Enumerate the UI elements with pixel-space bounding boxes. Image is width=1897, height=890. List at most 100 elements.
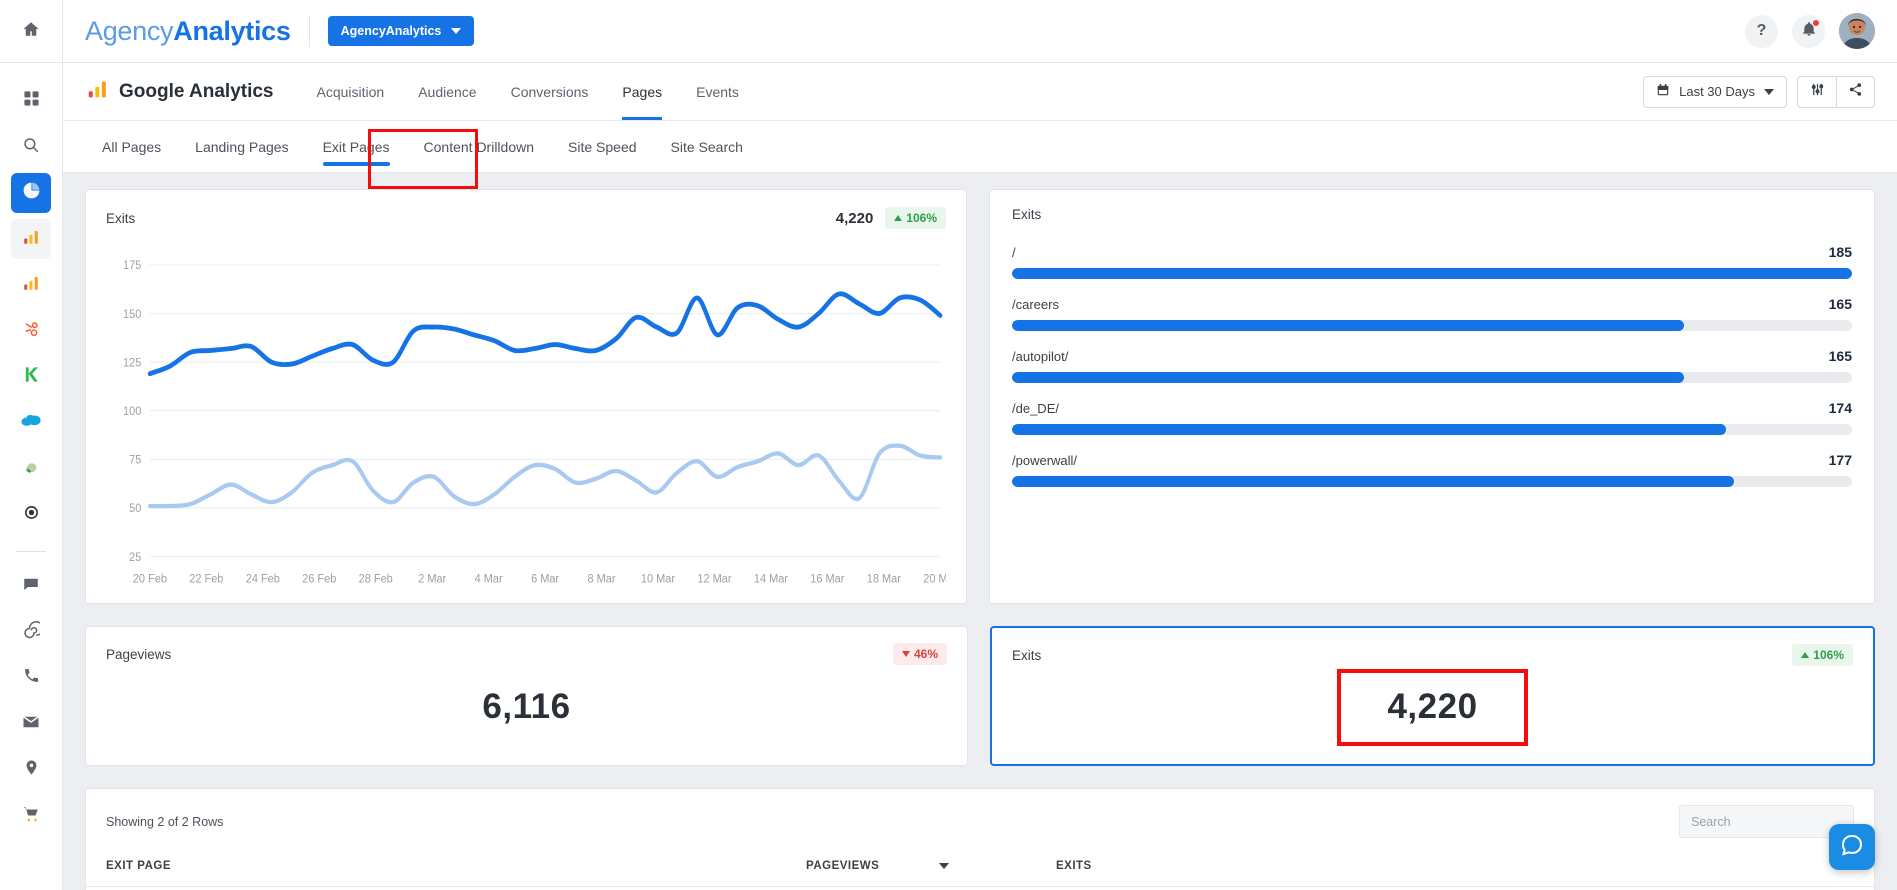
sidebar-item-ecommerce[interactable] — [11, 796, 51, 836]
x-axis-tick-label: 26 Feb — [302, 572, 336, 586]
bar-track — [1012, 424, 1852, 435]
sidebar-item-klipfolio[interactable] — [11, 357, 51, 397]
share-button[interactable] — [1836, 76, 1874, 107]
brand-divider — [308, 15, 310, 47]
search-input[interactable] — [1691, 814, 1842, 829]
sub-tab-site-speed[interactable]: Site Speed — [551, 121, 654, 173]
column-header-pageviews[interactable]: PAGEVIEWS — [806, 860, 1056, 872]
page-title: Google Analytics — [119, 80, 274, 102]
tab-audience[interactable]: Audience — [401, 63, 493, 120]
triangle-up-icon — [894, 215, 903, 221]
sidebar-item-google-analytics[interactable] — [11, 265, 51, 305]
sidebar-item-spiral[interactable] — [11, 612, 51, 652]
kpi-change-value: 46% — [913, 647, 938, 661]
help-button[interactable]: ? — [1745, 14, 1778, 48]
sub-tab-all-pages[interactable]: All Pages — [85, 121, 178, 173]
sidebar-item-dashboard[interactable] — [11, 81, 51, 121]
sidebar-item-email[interactable] — [11, 704, 51, 744]
table-search-box[interactable] — [1679, 805, 1854, 838]
sort-descending-icon[interactable] — [939, 863, 950, 869]
chart-x-axis-labels: 20 Feb 22 Feb 24 Feb 26 Feb 28 Feb 2 Mar 4 Mar… — [133, 572, 946, 586]
table-header-row: EXIT PAGE PAGEVIEWS EXITS — [86, 838, 1874, 887]
sub-tab-label: All Pages — [102, 138, 162, 155]
bars-card-title: Exits — [1012, 207, 1042, 222]
chart-change-value: 106% — [906, 211, 937, 225]
kpi-card-pageviews: Pageviews 46% 6,116 — [85, 626, 968, 766]
filter-settings-button[interactable] — [1798, 77, 1836, 107]
bar-track — [1012, 320, 1852, 331]
kpi-value: 6,116 — [482, 687, 571, 726]
account-selector-button[interactable]: AgencyAnalytics — [327, 16, 475, 46]
kpi-row: Pageviews 46% 6,116 Exits 106% 4,220 — [85, 626, 1875, 766]
tab-pages[interactable]: Pages — [605, 63, 679, 120]
top-bar: AgencyAnalytics AgencyAnalytics ? — [63, 0, 1897, 63]
bars-list: /185/careers 165/autopilot/165/de_DE/174/… — [1012, 244, 1852, 487]
y-axis-tick-label: 50 — [129, 502, 142, 516]
kpi-change-badge: 46% — [892, 643, 947, 665]
avatar[interactable] — [1839, 13, 1875, 49]
x-axis-tick-label: 22 Feb — [189, 572, 223, 586]
bar-row-header: /careers 165 — [1012, 296, 1852, 312]
triangle-down-icon — [901, 651, 910, 657]
y-axis-tick-label: 125 — [123, 356, 141, 370]
content-area: Exits 4,220 106% 25 50 75 100 125 150 175 20 F… — [63, 173, 1897, 890]
kpi-change-badge: 106% — [1792, 644, 1853, 666]
x-axis-tick-label: 4 Mar — [475, 572, 503, 586]
tab-events[interactable]: Events — [679, 63, 756, 120]
date-range-picker[interactable]: Last 30 Days — [1643, 75, 1787, 108]
tab-conversions[interactable]: Conversions — [494, 63, 606, 120]
bar-fill — [1012, 476, 1735, 487]
calendar-icon — [1656, 83, 1670, 100]
chart-y-axis-labels: 25 50 75 100 125 150 175 — [123, 259, 142, 564]
column-header-exit-page[interactable]: EXIT PAGE — [106, 860, 806, 872]
top-bar-actions: ? — [1745, 13, 1875, 49]
sidebar-item-mailchimp[interactable] — [11, 449, 51, 489]
kpi-header: Exits 106% — [1012, 644, 1853, 666]
help-icon: ? — [1756, 22, 1767, 39]
bar-row: /autopilot/165 — [1012, 348, 1852, 383]
brand-part-1: Agency — [85, 15, 174, 46]
rail-icon-list — [11, 63, 51, 842]
bar-fill — [1012, 424, 1726, 435]
chat-support-button[interactable] — [1829, 824, 1875, 870]
sidebar-item-salesforce[interactable] — [11, 403, 51, 443]
exits-line-chart-card: Exits 4,220 106% 25 50 75 100 125 150 175 20 F… — [85, 189, 967, 604]
sidebar-item-hubspot[interactable] — [11, 311, 51, 351]
sidebar-item-chat[interactable] — [11, 566, 51, 606]
integration-bar: Google Analytics Acquisition Audience Co… — [63, 63, 1897, 121]
bar-value: 177 — [1828, 452, 1852, 468]
sliders-icon — [1810, 82, 1825, 102]
date-range-label: Last 30 Days — [1679, 84, 1755, 99]
sub-tab-landing-pages[interactable]: Landing Pages — [178, 121, 305, 173]
sub-tab-content-drilldown[interactable]: Content Drilldown — [407, 121, 552, 173]
chat-bubble-icon — [1840, 833, 1864, 862]
mailchimp-icon — [22, 458, 40, 481]
column-header-exits[interactable]: EXITS — [1056, 860, 1854, 872]
sidebar-item-bar-chart[interactable] — [11, 219, 51, 259]
chart-card-title: Exits — [106, 210, 136, 226]
y-axis-tick-label: 100 — [123, 404, 142, 418]
sidebar-item-phone[interactable] — [11, 658, 51, 698]
sidebar-item-location[interactable] — [11, 750, 51, 790]
moz-icon — [23, 504, 40, 526]
account-selector-label: AgencyAnalytics — [340, 24, 442, 38]
bar-row: /careers 165 — [1012, 296, 1852, 331]
bar-row-header: /de_DE/174 — [1012, 400, 1852, 416]
sub-tab-site-search[interactable]: Site Search — [654, 121, 760, 173]
kpi-value-wrapper: 4,220 — [1012, 666, 1853, 748]
notifications-button[interactable] — [1792, 14, 1825, 48]
bar-value: 174 — [1828, 400, 1852, 416]
sidebar-item-moz[interactable] — [11, 495, 51, 535]
kpi-title: Exits — [1012, 647, 1042, 663]
notification-badge — [1812, 18, 1820, 27]
x-axis-tick-label: 14 Mar — [754, 572, 788, 586]
x-axis-tick-label: 28 Feb — [359, 572, 393, 586]
sub-tab-exit-pages[interactable]: Exit Pages — [306, 121, 407, 173]
tab-acquisition[interactable]: Acquisition — [300, 63, 402, 120]
sub-tab-label: Site Speed — [568, 138, 637, 155]
sidebar-item-search[interactable] — [11, 127, 51, 167]
sidebar-item-reports[interactable] — [11, 173, 51, 213]
search-icon — [22, 136, 40, 159]
bar-track — [1012, 476, 1852, 487]
home-button[interactable] — [0, 0, 62, 63]
